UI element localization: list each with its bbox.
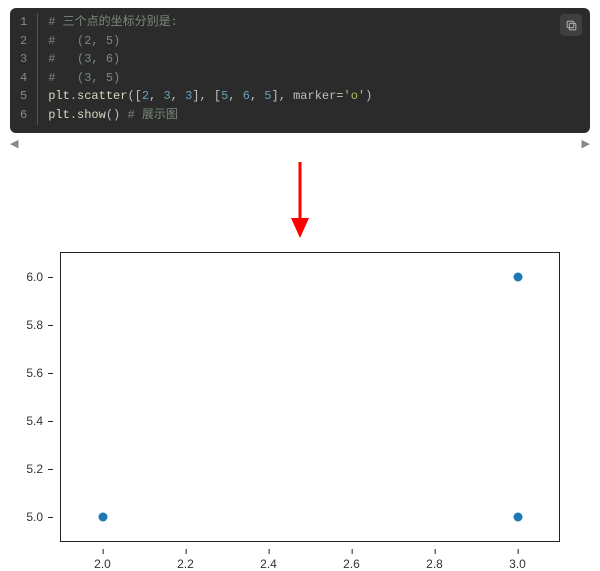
code-token: # 展示图 — [127, 108, 177, 122]
code-token: ], marker= — [272, 89, 344, 103]
code-token: # (2, 5) — [48, 34, 120, 48]
code-line: plt.show() # 展示图 — [48, 106, 580, 125]
x-tick-label: 2.0 — [94, 549, 111, 571]
code-line: # 三个点的坐标分别是: — [48, 13, 580, 32]
y-tick-label: 6.0 — [26, 270, 53, 284]
data-point — [513, 272, 522, 281]
code-token: , — [171, 89, 185, 103]
scatter-chart: 5.05.25.45.65.86.0 2.02.22.42.62.83.0 — [60, 252, 560, 542]
x-tick-label: 2.6 — [343, 549, 360, 571]
code-token: () — [106, 108, 128, 122]
code-token: 5 — [264, 89, 271, 103]
code-token: , — [149, 89, 163, 103]
y-tick-label: 5.6 — [26, 366, 53, 380]
line-number: 1 — [20, 13, 27, 32]
y-tick-label: 5.0 — [26, 510, 53, 524]
line-number: 5 — [20, 87, 27, 106]
copy-button[interactable] — [560, 14, 582, 36]
line-number: 4 — [20, 69, 27, 88]
code-token: ([ — [127, 89, 141, 103]
code-token: plt — [48, 108, 70, 122]
code-token: , — [228, 89, 242, 103]
code-line: # (3, 6) — [48, 50, 580, 69]
code-token: 'o' — [344, 89, 366, 103]
code-token: # 三个点的坐标分别是: — [48, 15, 178, 29]
arrow-down — [10, 160, 590, 240]
copy-icon — [565, 19, 578, 32]
arrow-down-icon — [286, 160, 314, 240]
horizontal-scroll: ◀ ▶ — [10, 137, 590, 150]
y-tick-label: 5.8 — [26, 318, 53, 332]
x-tick-label: 2.4 — [260, 549, 277, 571]
data-point — [98, 512, 107, 521]
code-block: 123456 # 三个点的坐标分别是:# (2, 5)# (3, 6)# (3,… — [10, 8, 590, 133]
code-token: . — [70, 108, 77, 122]
code-token: scatter — [77, 89, 127, 103]
line-numbers: 123456 — [20, 13, 38, 125]
code-line: plt.scatter([2, 3, 3], [5, 6, 5], marker… — [48, 87, 580, 106]
code-token: 2 — [142, 89, 149, 103]
code-token: # (3, 6) — [48, 52, 120, 66]
x-tick-label: 3.0 — [509, 549, 526, 571]
code-token: ) — [365, 89, 372, 103]
code-body: # 三个点的坐标分别是: # (2, 5) # (3, 6) # (3, 5) plt.… — [48, 13, 580, 125]
code-token: . — [70, 89, 77, 103]
data-point — [513, 512, 522, 521]
code-line: # (3, 5) — [48, 69, 580, 88]
code-token: ], [ — [192, 89, 221, 103]
x-tick-label: 2.2 — [177, 549, 194, 571]
y-tick-label: 5.2 — [26, 462, 53, 476]
plot-area: 5.05.25.45.65.86.0 2.02.22.42.62.83.0 — [60, 252, 560, 542]
line-number: 2 — [20, 32, 27, 51]
code-token: 6 — [243, 89, 250, 103]
code-token: show — [77, 108, 106, 122]
y-tick-label: 5.4 — [26, 414, 53, 428]
line-number: 6 — [20, 106, 27, 125]
code-token: plt — [48, 89, 70, 103]
scroll-right-icon[interactable]: ▶ — [582, 137, 590, 150]
code-token: , — [250, 89, 264, 103]
code-token: # (3, 5) — [48, 71, 120, 85]
scroll-left-icon[interactable]: ◀ — [10, 137, 18, 150]
code-line: # (2, 5) — [48, 32, 580, 51]
x-tick-label: 2.8 — [426, 549, 443, 571]
line-number: 3 — [20, 50, 27, 69]
code-token: 3 — [163, 89, 170, 103]
